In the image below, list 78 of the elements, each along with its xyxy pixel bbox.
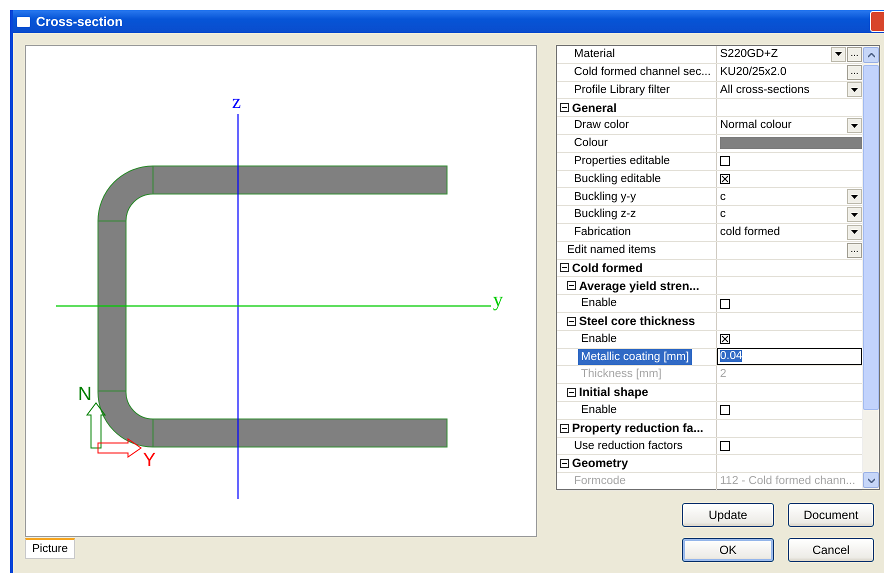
axis-label: Y bbox=[143, 450, 156, 471]
property-value: 112 - Cold formed chann... bbox=[720, 474, 856, 490]
dialog-button[interactable]: Update bbox=[682, 503, 774, 527]
dropdown-button[interactable] bbox=[847, 207, 862, 222]
dropdown-button[interactable] bbox=[847, 82, 862, 98]
property-value: KU20/25x2.0 bbox=[720, 64, 786, 80]
category-label: Initial shape bbox=[578, 384, 650, 401]
property-value: cold formed bbox=[720, 225, 780, 240]
dropdown-button[interactable] bbox=[847, 224, 862, 240]
property-label[interactable]: Fabrication bbox=[571, 224, 634, 241]
dialog-button[interactable]: Cancel bbox=[788, 538, 874, 562]
dialog-button[interactable]: Document bbox=[788, 503, 874, 527]
browse-button[interactable]: ... bbox=[847, 242, 862, 258]
category-label: General bbox=[571, 100, 618, 116]
property-label[interactable]: Enable bbox=[578, 330, 620, 348]
collapse-toggle[interactable] bbox=[560, 459, 569, 468]
caret-icon bbox=[851, 212, 858, 217]
browse-button[interactable]: ... bbox=[847, 46, 862, 62]
property-value: c bbox=[720, 207, 726, 222]
caret-icon bbox=[835, 52, 842, 56]
chevron-down-icon bbox=[868, 478, 874, 482]
property-label[interactable]: Material bbox=[571, 46, 618, 63]
property-label[interactable]: Enable bbox=[578, 402, 620, 419]
property-label[interactable]: Properties editable bbox=[571, 152, 673, 170]
collapse-toggle[interactable] bbox=[560, 103, 569, 112]
dropdown-button[interactable] bbox=[847, 118, 862, 134]
view-tab[interactable]: Picture bbox=[25, 538, 75, 559]
checkbox[interactable] bbox=[720, 440, 730, 451]
property-value: S220GD+Z bbox=[720, 47, 778, 62]
category-label: Cold formed bbox=[571, 260, 644, 276]
dropdown-button[interactable] bbox=[831, 46, 846, 62]
collapse-toggle[interactable] bbox=[567, 316, 576, 326]
collapse-toggle[interactable] bbox=[567, 281, 576, 290]
scroll-up-button[interactable] bbox=[863, 47, 879, 63]
caret-icon bbox=[851, 230, 858, 234]
property-value: All cross-sections bbox=[720, 82, 810, 98]
scroll-down-button[interactable] bbox=[863, 472, 879, 488]
property-value: 2 bbox=[720, 367, 726, 382]
property-value: c bbox=[720, 190, 726, 205]
caret-icon bbox=[851, 124, 858, 128]
property-label[interactable]: Buckling z-z bbox=[571, 206, 639, 223]
chevron-up-icon bbox=[868, 52, 874, 58]
property-label[interactable]: Cold formed channel sec... bbox=[571, 64, 714, 80]
property-label[interactable]: Colour bbox=[571, 135, 611, 152]
checkbox[interactable] bbox=[720, 174, 730, 184]
checkbox[interactable] bbox=[720, 298, 730, 309]
value-field[interactable]: 0.04 bbox=[717, 348, 862, 366]
property-label[interactable]: Profile Library filter bbox=[571, 82, 673, 98]
property-label[interactable]: Use reduction factors bbox=[571, 438, 686, 454]
property-label[interactable]: Enable bbox=[578, 295, 620, 312]
window-icon bbox=[17, 16, 30, 26]
caret-icon bbox=[851, 194, 858, 199]
close-button[interactable] bbox=[870, 11, 884, 32]
collapse-toggle[interactable] bbox=[567, 388, 576, 398]
property-label[interactable]: Buckling editable bbox=[571, 170, 664, 188]
caret-icon bbox=[851, 88, 858, 92]
axis-label: z bbox=[232, 91, 241, 113]
collapse-toggle[interactable] bbox=[560, 263, 569, 272]
category-label: Steel core thickness bbox=[578, 313, 696, 330]
property-label[interactable]: Metallic coating [mm] bbox=[578, 348, 692, 366]
category-label: Geometry bbox=[571, 455, 630, 472]
property-value: Normal colour bbox=[720, 118, 792, 134]
category-label: Property reduction fa... bbox=[571, 420, 704, 436]
axis-label: y bbox=[493, 289, 503, 311]
checkbox[interactable] bbox=[720, 405, 730, 416]
window-title: Cross-section bbox=[36, 12, 123, 31]
axis-label: N bbox=[78, 384, 92, 405]
property-label[interactable]: Edit named items bbox=[564, 242, 659, 258]
property-label[interactable]: Buckling y-y bbox=[571, 188, 639, 206]
dialog-button[interactable]: OK bbox=[682, 538, 774, 562]
scroll-thumb[interactable] bbox=[863, 65, 879, 410]
property-label[interactable]: Draw color bbox=[571, 117, 632, 134]
category-label: Average yield stren... bbox=[578, 278, 700, 294]
checkbox[interactable] bbox=[720, 156, 730, 166]
checkbox[interactable] bbox=[720, 334, 730, 344]
collapse-toggle[interactable] bbox=[560, 424, 569, 433]
browse-button[interactable]: ... bbox=[847, 64, 862, 80]
dropdown-button[interactable] bbox=[847, 189, 862, 204]
